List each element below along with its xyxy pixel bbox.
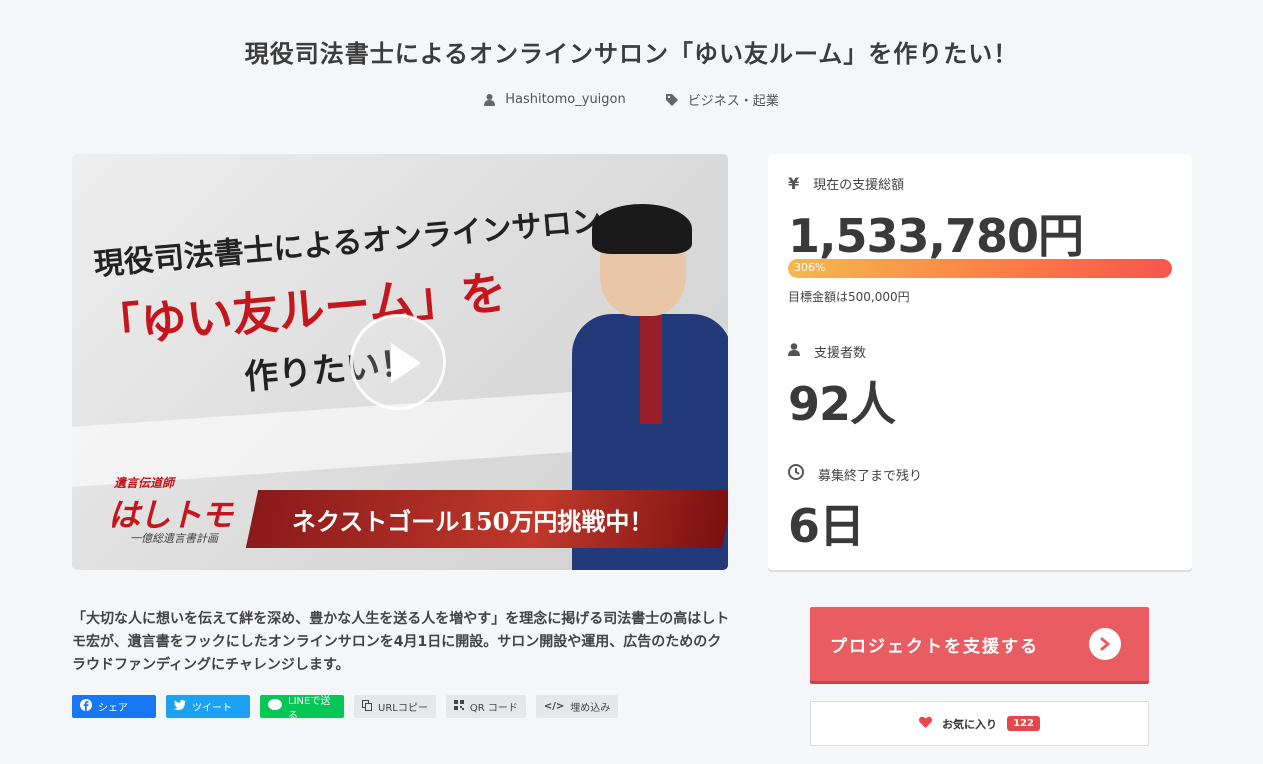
category-link[interactable]: ビジネス・起業 <box>665 90 779 109</box>
remaining-label: 募集終了まで残り <box>788 464 922 484</box>
favorite-button[interactable]: お気に入り 122 <box>810 701 1149 746</box>
chevron-right-icon <box>1089 628 1121 660</box>
copy-icon <box>362 699 372 714</box>
share-buttons: シェア ツイート LINEで送る URLコピー QR コード </> 埋め込み <box>72 695 619 722</box>
code-icon: </> <box>543 701 565 712</box>
backers-label: 支援者数 <box>788 342 866 361</box>
facebook-icon <box>80 699 92 714</box>
tag-icon <box>665 93 678 106</box>
backers-value: 92人 <box>788 377 896 431</box>
favorite-label: お気に入り <box>942 717 998 731</box>
funding-progress-bar: 306% <box>788 259 1172 278</box>
heart-icon <box>919 716 933 731</box>
twitter-share-button[interactable]: ツイート <box>166 695 250 718</box>
user-icon <box>788 343 800 360</box>
page-title: 現役司法書士によるオンラインサロン「ゆい友ルーム」を作りたい！ <box>244 40 1019 68</box>
qrcode-icon <box>453 700 464 713</box>
progress-label: 306% <box>794 261 826 274</box>
facebook-share-button[interactable]: シェア <box>72 695 156 718</box>
embed-button[interactable]: </> 埋め込み <box>535 695 619 718</box>
author-link[interactable]: Hashitomo_yuigon <box>484 90 626 109</box>
amount-value: 1,533,780円 <box>788 209 1084 263</box>
project-description: 「大切な人に想いを伝えて絆を深め、豊かな人生を送る人を増やす」を理念に掲げる司法… <box>72 611 730 673</box>
author-name: Hashitomo_yuigon <box>505 92 626 107</box>
user-icon <box>484 93 496 106</box>
clock-icon <box>788 464 804 484</box>
play-icon[interactable] <box>350 314 446 410</box>
url-copy-button[interactable]: URLコピー <box>354 695 436 718</box>
line-share-button[interactable]: LINEで送る <box>260 695 344 722</box>
remaining-value: 6日 <box>788 499 865 553</box>
amount-label: ¥ 現在の支援総額 <box>788 174 905 193</box>
favorite-count-badge: 122 <box>1007 716 1040 731</box>
qr-code-button[interactable]: QR コード <box>445 695 526 718</box>
stats-panel: ¥ 現在の支援総額 1,533,780円 306% 目標金額は500,000円 … <box>768 154 1192 570</box>
category-name: ビジネス・起業 <box>687 94 779 109</box>
project-video[interactable]: 現役司法書士によるオンラインサロン 「ゆい友ルーム」を 作りたい！ ネクストゴー… <box>72 154 728 570</box>
yen-icon: ¥ <box>788 174 800 193</box>
project-meta: Hashitomo_yuigon ビジネス・起業 <box>0 90 1263 109</box>
hashitomo-logo: 遺言伝道師 はしトモ 一億総遺言書計画 <box>108 476 233 545</box>
line-icon <box>268 699 282 714</box>
goal-amount: 目標金額は500,000円 <box>788 290 910 304</box>
support-project-button[interactable]: プロジェクトを支援する <box>810 607 1149 681</box>
twitter-icon <box>174 700 186 713</box>
next-goal-text: ネクストゴール150万円挑戦中！ <box>292 507 654 536</box>
